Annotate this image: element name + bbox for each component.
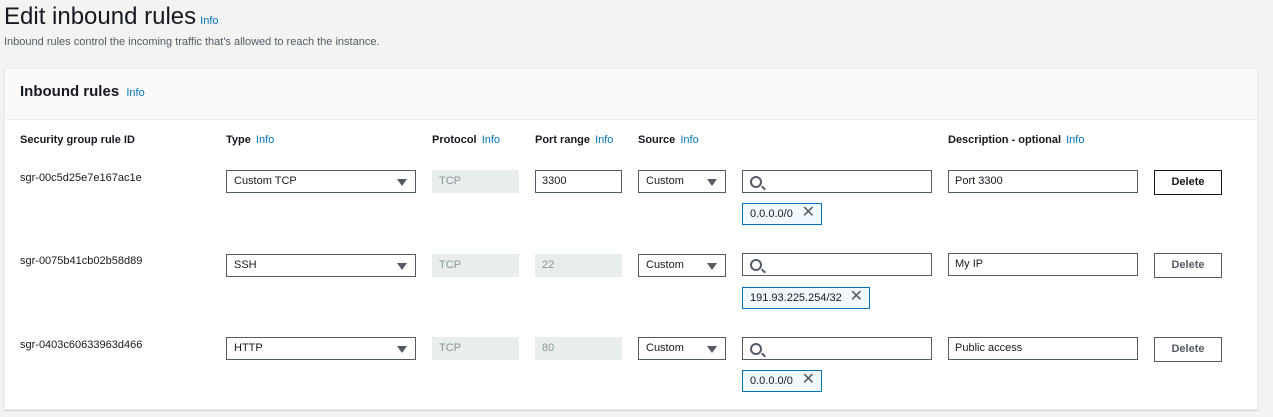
port-range-field: 80	[535, 337, 622, 360]
protocol-field: TCP	[432, 170, 519, 193]
column-header-port-range-label: Port range	[535, 134, 591, 146]
cidr-token-label: 0.0.0.0/0	[750, 208, 793, 220]
panel-title-text: Inbound rules	[20, 83, 120, 100]
source-type-select-value: Custom	[646, 342, 684, 354]
column-header-type: Type Info	[226, 134, 274, 146]
caret-down-icon	[397, 179, 407, 186]
caret-down-icon	[397, 346, 407, 353]
rule-id: sgr-0075b41cb02b58d89	[20, 255, 143, 267]
rule-id: sgr-0403c60633963d466	[20, 339, 143, 351]
table-row: sgr-0075b41cb02b58d89 SSH TCP 22 Custom …	[5, 253, 1257, 333]
type-select-value: SSH	[234, 259, 257, 271]
column-header-port-range: Port range Info	[535, 134, 613, 146]
page-title: Edit inbound rules Info	[4, 3, 219, 31]
column-header-rule-id: Security group rule ID	[20, 134, 135, 146]
remove-token-icon[interactable]: ✕	[802, 370, 815, 390]
caret-down-icon	[707, 179, 717, 186]
cidr-token: 0.0.0.0/0 ✕	[742, 203, 822, 225]
type-select-value: Custom TCP	[234, 175, 297, 187]
panel-title: Inbound rules Info	[20, 83, 145, 100]
page-description: Inbound rules control the incoming traff…	[4, 36, 380, 48]
delete-button[interactable]: Delete	[1154, 253, 1222, 278]
description-input[interactable]: My IP	[948, 253, 1138, 276]
source-info-link[interactable]: Info	[680, 134, 698, 146]
description-info-link[interactable]: Info	[1066, 134, 1084, 146]
source-search-input[interactable]	[742, 170, 932, 193]
type-select-value: HTTP	[234, 342, 263, 354]
source-type-select-value: Custom	[646, 175, 684, 187]
type-select[interactable]: Custom TCP	[226, 170, 416, 193]
source-search-input[interactable]	[742, 253, 932, 276]
cidr-token-label: 0.0.0.0/0	[750, 375, 793, 387]
search-icon	[750, 259, 762, 271]
description-input[interactable]: Public access	[948, 337, 1138, 360]
table-row: sgr-0403c60633963d466 HTTP TCP 80 Custom…	[5, 337, 1257, 417]
column-header-rule-id-label: Security group rule ID	[20, 134, 135, 146]
source-type-select[interactable]: Custom	[638, 337, 726, 360]
port-range-input[interactable]: 3300	[535, 170, 622, 193]
caret-down-icon	[397, 263, 407, 270]
type-info-link[interactable]: Info	[256, 134, 274, 146]
column-header-description-label: Description - optional	[948, 134, 1062, 146]
cidr-token: 0.0.0.0/0 ✕	[742, 370, 822, 392]
column-header-protocol: Protocol Info	[432, 134, 500, 146]
type-select[interactable]: HTTP	[226, 337, 416, 360]
remove-token-icon[interactable]: ✕	[802, 203, 815, 223]
delete-button[interactable]: Delete	[1154, 170, 1222, 195]
column-header-source-label: Source	[638, 134, 676, 146]
search-icon	[750, 343, 762, 355]
inbound-rules-panel: Inbound rules Info Security group rule I…	[4, 68, 1258, 410]
column-header-type-label: Type	[226, 134, 251, 146]
delete-button[interactable]: Delete	[1154, 337, 1222, 362]
source-type-select[interactable]: Custom	[638, 170, 726, 193]
port-range-info-link[interactable]: Info	[595, 134, 613, 146]
source-type-select[interactable]: Custom	[638, 254, 726, 277]
protocol-field: TCP	[432, 337, 519, 360]
caret-down-icon	[707, 346, 717, 353]
search-icon	[750, 176, 762, 188]
cidr-token-label: 191.93.225.254/32	[750, 292, 842, 304]
table-row: sgr-00c5d25e7e167ac1e Custom TCP TCP 330…	[5, 170, 1257, 250]
protocol-info-link[interactable]: Info	[482, 134, 500, 146]
caret-down-icon	[707, 263, 717, 270]
type-select[interactable]: SSH	[226, 254, 416, 277]
source-search-input[interactable]	[742, 337, 932, 360]
source-type-select-value: Custom	[646, 259, 684, 271]
column-header-description: Description - optional Info	[948, 134, 1084, 146]
panel-title-info-link[interactable]: Info	[126, 87, 144, 99]
panel-header: Inbound rules Info	[5, 69, 1257, 120]
cidr-token: 191.93.225.254/32 ✕	[742, 287, 870, 309]
page-title-info-link[interactable]: Info	[200, 15, 218, 27]
page-title-text: Edit inbound rules	[4, 3, 197, 30]
protocol-field: TCP	[432, 254, 519, 277]
column-header-source: Source Info	[638, 134, 699, 146]
column-header-protocol-label: Protocol	[432, 134, 477, 146]
port-range-field: 22	[535, 254, 622, 277]
description-input[interactable]: Port 3300	[948, 170, 1138, 193]
remove-token-icon[interactable]: ✕	[850, 287, 863, 307]
rule-id: sgr-00c5d25e7e167ac1e	[20, 172, 142, 184]
